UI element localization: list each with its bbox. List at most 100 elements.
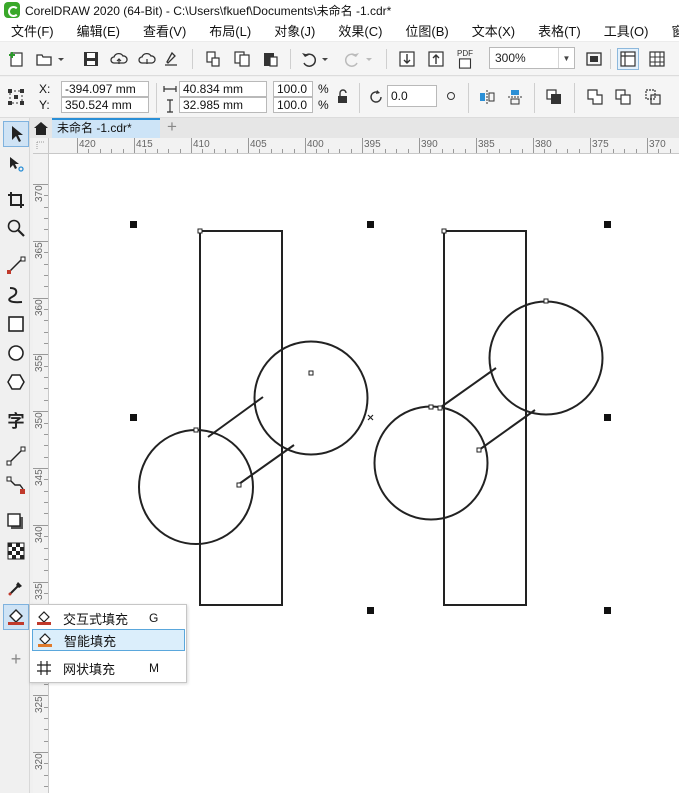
open-dropdown-icon[interactable] <box>55 48 67 70</box>
rotation-field[interactable]: 0.0 <box>387 85 437 107</box>
eyedropper-tool-icon[interactable] <box>3 575 29 601</box>
chevron-down-icon[interactable]: ▼ <box>558 48 574 68</box>
grid-toggle-icon[interactable] <box>646 48 668 70</box>
undo-dropdown-icon[interactable] <box>319 48 331 70</box>
x-position-field[interactable]: -394.097 mm <box>61 81 149 97</box>
zoom-level-select[interactable]: 300% ▼ <box>489 47 575 69</box>
node-handle[interactable] <box>543 298 549 304</box>
left-lower-connector[interactable] <box>238 444 295 485</box>
menu-view[interactable]: 查看(V) <box>132 21 186 40</box>
menu-layout[interactable]: 布局(L) <box>198 21 251 40</box>
zoom-tool-icon[interactable] <box>3 215 29 241</box>
rulers-toggle-icon[interactable] <box>617 48 639 70</box>
menu-table[interactable]: 表格(T) <box>527 21 581 40</box>
right-lower-circle[interactable] <box>373 405 489 521</box>
artistic-media-tool-icon[interactable] <box>3 281 29 307</box>
add-document-tab[interactable]: + <box>162 118 182 138</box>
drop-shadow-tool-icon[interactable] <box>3 509 29 535</box>
text-tool-icon[interactable]: 字 <box>3 406 29 432</box>
selection-handle-top-left[interactable] <box>130 221 137 228</box>
export-pdf-icon[interactable]: PDF <box>453 48 477 70</box>
selection-handle-bottom-right[interactable] <box>604 607 611 614</box>
connector-tool-icon[interactable] <box>3 472 29 498</box>
mirror-vertical-icon[interactable] <box>504 86 526 108</box>
flyout-item-interactive-fill[interactable]: 交互式填充 G <box>32 607 185 629</box>
copy-icon[interactable] <box>231 48 253 70</box>
menu-file[interactable]: 文件(F) <box>0 21 54 40</box>
height-field[interactable]: 32.985 mm <box>179 97 267 113</box>
ruler-origin-icon[interactable] <box>33 138 49 154</box>
menu-bitmap[interactable]: 位图(B) <box>394 21 448 40</box>
save-icon[interactable] <box>80 48 102 70</box>
rectangle-tool-icon[interactable] <box>3 311 29 337</box>
freehand-tool-icon[interactable] <box>3 252 29 278</box>
menu-tools[interactable]: 工具(O) <box>593 21 649 40</box>
menu-window[interactable]: 窗口 <box>660 21 679 40</box>
scale-x-field[interactable]: 100.0 <box>273 81 313 97</box>
menu-object[interactable]: 对象(J) <box>263 21 315 40</box>
selection-handle-top-right[interactable] <box>604 221 611 228</box>
publish-icon[interactable] <box>160 48 182 70</box>
ellipse-tool-icon[interactable] <box>3 340 29 366</box>
paste-icon[interactable] <box>259 48 281 70</box>
open-folder-icon[interactable] <box>33 48 55 70</box>
home-icon[interactable] <box>30 118 52 138</box>
left-upper-connector[interactable] <box>207 396 264 438</box>
selection-center-icon[interactable] <box>367 414 374 421</box>
node-handle[interactable] <box>476 447 482 453</box>
menu-text[interactable]: 文本(X) <box>461 21 515 40</box>
menu-effects[interactable]: 效果(C) <box>327 21 382 40</box>
menu-edit[interactable]: 编辑(E) <box>66 21 120 40</box>
y-position-field[interactable]: 350.524 mm <box>61 97 149 113</box>
undo-icon[interactable] <box>298 48 320 70</box>
flyout-item-smart-fill[interactable]: 智能填充 <box>32 629 185 651</box>
import-icon[interactable] <box>202 48 224 70</box>
node-handle[interactable] <box>308 370 314 376</box>
node-handle[interactable] <box>193 427 199 433</box>
transparency-tool-icon[interactable] <box>3 538 29 564</box>
node-handle[interactable] <box>441 228 447 234</box>
new-document-icon[interactable] <box>6 48 28 70</box>
add-tool-icon[interactable]: + <box>3 646 29 672</box>
lock-ratio-icon[interactable] <box>335 89 349 105</box>
left-upper-circle[interactable] <box>253 340 369 456</box>
selection-handle-bottom-center[interactable] <box>367 607 374 614</box>
cloud-upload-icon[interactable] <box>108 48 130 70</box>
crop-tool-icon[interactable] <box>3 187 29 213</box>
redo-icon[interactable] <box>341 48 363 70</box>
dimension-tool-icon[interactable] <box>3 443 29 469</box>
document-tab[interactable]: 未命名 -1.cdr* <box>52 118 160 138</box>
left-lower-circle[interactable] <box>138 429 254 545</box>
cloud-sync-icon[interactable] <box>136 48 158 70</box>
export-file-icon[interactable] <box>425 48 447 70</box>
drawing-canvas[interactable] <box>49 154 679 793</box>
mirror-horizontal-icon[interactable] <box>476 86 498 108</box>
right-rectangle[interactable] <box>443 230 527 606</box>
node-handle[interactable] <box>437 405 443 411</box>
right-upper-connector[interactable] <box>440 367 497 408</box>
import-file-icon[interactable] <box>396 48 418 70</box>
selection-handle-middle-right[interactable] <box>604 414 611 421</box>
interactive-fill-tool-icon[interactable] <box>3 604 29 630</box>
horizontal-ruler[interactable]: 420 415 410 405 400 395 390 385 380 375 370 <box>49 138 679 154</box>
object-origin-icon[interactable] <box>5 86 27 108</box>
redo-dropdown-icon[interactable] <box>363 48 375 70</box>
weld-icon[interactable] <box>584 86 606 108</box>
flyout-item-mesh-fill[interactable]: 网状填充 M <box>32 657 185 679</box>
node-handle[interactable] <box>428 404 434 410</box>
node-handle[interactable] <box>236 482 242 488</box>
scale-y-field[interactable]: 100.0 <box>273 97 313 113</box>
selection-handle-middle-left[interactable] <box>130 414 137 421</box>
polygon-tool-icon[interactable] <box>3 369 29 395</box>
pick-tool-icon[interactable] <box>3 121 29 147</box>
arrange-order-icon[interactable] <box>543 86 565 108</box>
left-rectangle[interactable] <box>199 230 283 606</box>
full-screen-icon[interactable] <box>583 48 605 70</box>
vertical-ruler[interactable]: 370365360355350345340335330325320 <box>33 154 49 793</box>
intersect-icon[interactable] <box>642 86 664 108</box>
selection-handle-top-center[interactable] <box>367 221 374 228</box>
node-handle[interactable] <box>197 228 203 234</box>
trim-icon[interactable] <box>612 86 634 108</box>
shape-tool-icon[interactable] <box>3 151 29 177</box>
width-field[interactable]: 40.834 mm <box>179 81 267 97</box>
